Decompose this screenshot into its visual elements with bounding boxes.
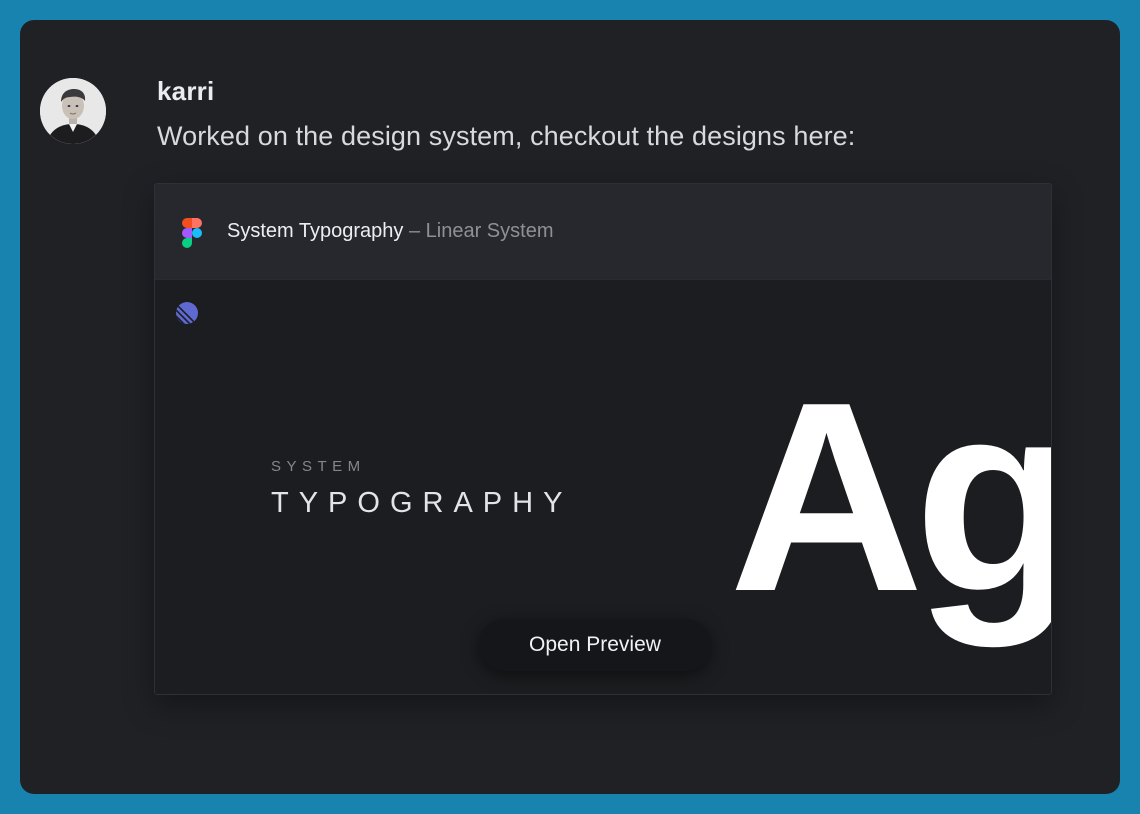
avatar-photo [40, 78, 106, 144]
file-name: System Typography [227, 220, 404, 242]
linear-logo [176, 302, 198, 324]
figma-embed-card[interactable]: System Typography – Linear System SYSTEM… [154, 183, 1052, 695]
preview-label-system: SYSTEM [271, 458, 366, 475]
preview-label-typography: TYPOGRAPHY [271, 487, 573, 519]
title-separator: – [403, 220, 426, 242]
open-preview-button[interactable]: Open Preview [479, 619, 711, 671]
project-name: Linear System [425, 220, 554, 242]
figma-icon [182, 218, 202, 248]
chat-window: karri Worked on the design system, check… [20, 20, 1120, 794]
post-username[interactable]: karri [157, 76, 214, 107]
post-message: Worked on the design system, checkout th… [157, 121, 856, 151]
ag-glyph-sample: Ag [729, 370, 1051, 649]
avatar[interactable] [40, 78, 106, 144]
ag-glyph-text: Ag [729, 370, 1051, 649]
card-title[interactable]: System Typography – Linear System [227, 220, 553, 243]
design-preview: SYSTEM TYPOGRAPHY Ag Open Preview [155, 280, 1051, 694]
card-header[interactable]: System Typography – Linear System [155, 184, 1051, 280]
